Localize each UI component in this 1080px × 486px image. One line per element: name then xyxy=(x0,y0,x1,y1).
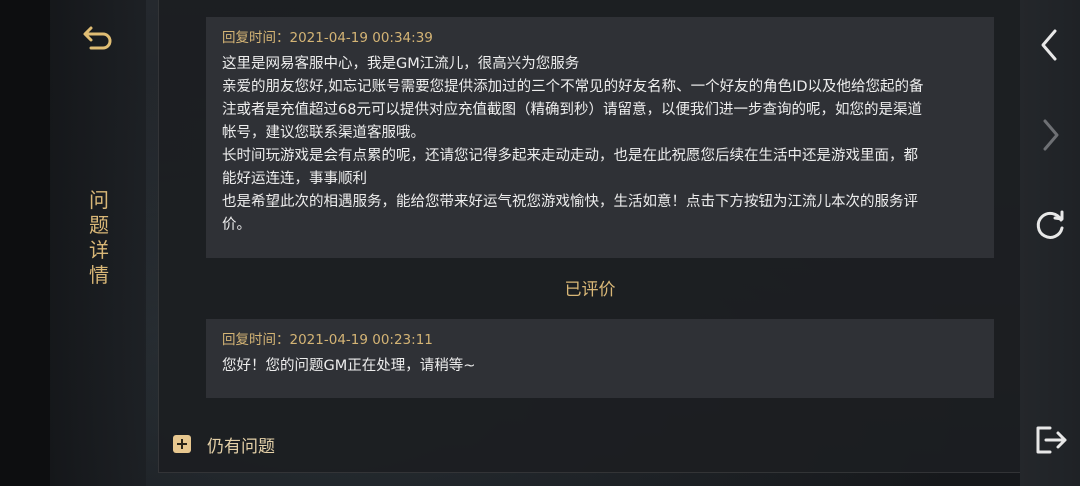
reply-line: 帐号，建议您联系渠道客服哦。 xyxy=(222,125,425,141)
chevron-left-icon[interactable] xyxy=(1030,25,1070,65)
detail-panel: 回复时间：2021-04-19 00:34:39 这里是网易客服中心，我是GM江… xyxy=(158,0,1022,473)
left-edge xyxy=(0,0,50,486)
still-issue-label: 仍有问题 xyxy=(207,436,275,457)
exit-icon[interactable] xyxy=(1030,420,1070,460)
reply-body: 这里是网易客服中心，我是GM江流儿，很高兴为您服务 亲爱的朋友您好,如忘记账号需… xyxy=(222,53,978,237)
reply-line: 价。 xyxy=(222,217,251,233)
chevron-right-icon[interactable] xyxy=(1030,115,1070,155)
reply-line: 能好运连连，事事顺利 xyxy=(222,171,367,187)
reply-message: 回复时间：2021-04-19 00:34:39 这里是网易客服中心，我是GM江… xyxy=(206,17,994,258)
reply-line: 长时间玩游戏是会有点累的呢，还请您记得多起来走动走动，也是在此祝愿您后续在生活中… xyxy=(222,148,918,164)
refresh-icon[interactable] xyxy=(1030,205,1070,245)
reply-line: 亲爱的朋友您好,如忘记账号需要您提供添加过的三个不常见的好友名称、一个好友的角色… xyxy=(222,79,924,95)
reply-line: 这里是网易客服中心，我是GM江流儿，很高兴为您服务 xyxy=(222,56,580,72)
reply-line: 注或者是充值超过68元可以提供对应充值截图（精确到秒）请留意，以便我们进一步查询… xyxy=(222,102,922,118)
reply-line: 您好！您的问题GM正在处理，请稍等~ xyxy=(222,358,476,374)
plus-icon xyxy=(173,435,191,453)
reply-line: 也是希望此次的相遇服务，能给您带来好运气祝您游戏愉快，生活如意！点击下方按钮为江… xyxy=(222,194,918,210)
still-issue-button[interactable]: 仍有问题 xyxy=(173,431,275,457)
back-arrow-icon[interactable] xyxy=(82,24,114,52)
reply-message: 回复时间：2021-04-19 00:23:11 您好！您的问题GM正在处理，请… xyxy=(206,319,994,398)
reply-body: 您好！您的问题GM正在处理，请稍等~ xyxy=(222,355,978,378)
rated-status: 已评价 xyxy=(564,280,616,300)
page-title: 问题详情 xyxy=(89,188,109,287)
reply-time: 回复时间：2021-04-19 00:23:11 xyxy=(222,332,433,348)
reply-time: 回复时间：2021-04-19 00:34:39 xyxy=(222,30,433,46)
